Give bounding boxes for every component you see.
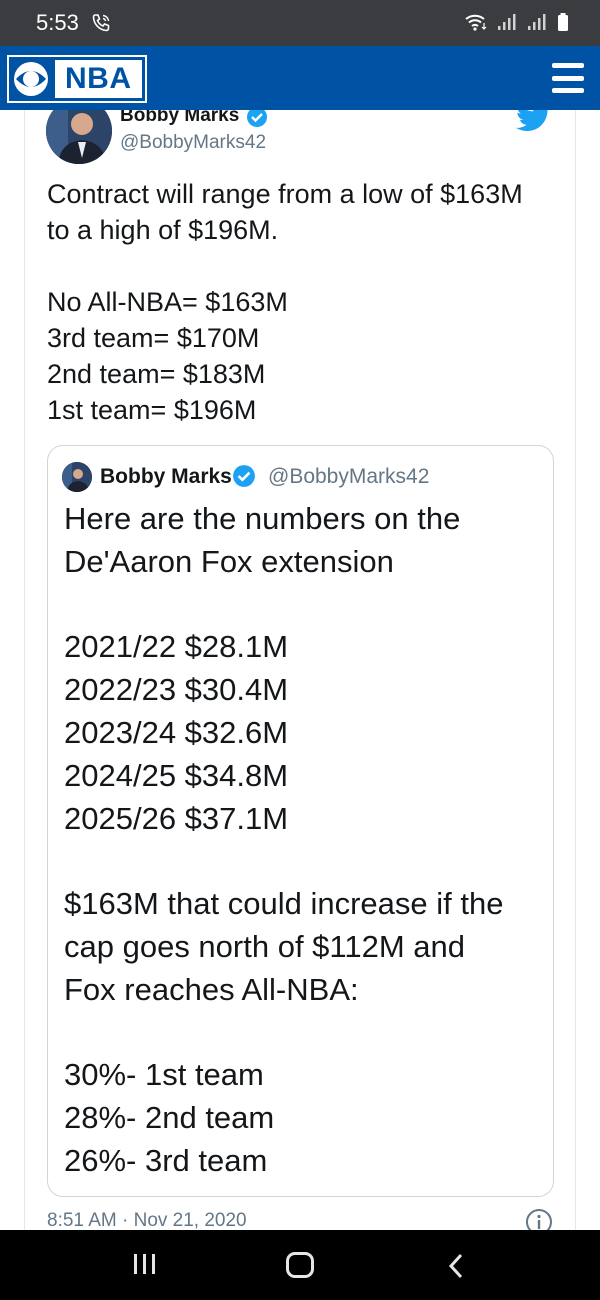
signal-icon: [496, 12, 518, 37]
quoted-author-handle: @BobbyMarks42: [268, 465, 430, 488]
quoted-line: 28%- 2nd team: [64, 1100, 275, 1136]
phone-call-icon: [90, 12, 112, 39]
tweet-timestamp[interactable]: 8:51 AM · Nov 21, 2020: [47, 1210, 247, 1230]
quoted-line: 30%- 1st team: [64, 1057, 264, 1093]
quoted-tweet-text: Here are the numbers on the De'Aaron Fox…: [64, 498, 544, 1183]
quoted-tweet-card[interactable]: Bobby Marks @BobbyMarks42 Here are the n…: [47, 445, 554, 1197]
status-bar: 5:53: [0, 0, 600, 46]
tweet-text: Contract will range from a low of $163M …: [47, 176, 567, 428]
nba-logo-text: NBA: [55, 60, 142, 98]
quoted-line: De'Aaron Fox extension: [64, 543, 394, 579]
verified-badge-icon: [232, 464, 256, 493]
quoted-line: $163M that could increase if the: [64, 886, 504, 922]
status-time: 5:53: [36, 10, 79, 35]
cbs-eye-icon: [9, 57, 53, 101]
quoted-line: 2023/24 $32.6M: [64, 714, 289, 750]
quoted-avatar: [62, 462, 92, 492]
tweet-line: 1st team= $196M: [47, 395, 257, 425]
quoted-line: 26%- 3rd team: [64, 1142, 268, 1178]
quoted-line: Fox reaches All-NBA:: [64, 971, 359, 1007]
verified-badge-icon: [246, 110, 268, 133]
quoted-author-name: Bobby Marks: [100, 465, 232, 488]
quoted-line: Here are the numbers on the: [64, 501, 461, 536]
tweet-embed: Bobby Marks @BobbyMarks42 Contract will …: [0, 110, 600, 1230]
quoted-line: 2024/25 $34.8M: [64, 757, 289, 793]
tweet-line: 2nd team= $183M: [47, 359, 266, 389]
author-handle[interactable]: @BobbyMarks42: [120, 132, 266, 154]
tweet-line: No All-NBA= $163M: [47, 287, 288, 317]
status-icons: [464, 12, 570, 37]
tweet-line: to a high of $196M.: [47, 215, 279, 245]
app-bar: NBA: [0, 46, 600, 110]
battery-icon: [556, 12, 570, 37]
quoted-line: 2025/26 $37.1M: [64, 800, 289, 836]
tweet-line: 3rd team= $170M: [47, 323, 260, 353]
hamburger-menu-icon[interactable]: [552, 63, 584, 93]
back-icon[interactable]: [446, 1252, 466, 1285]
tweet-line: Contract will range from a low of $163M: [47, 179, 523, 209]
screen: 5:53 NBA Bobby Marks @BobbyMarks42 Contr…: [0, 0, 600, 1300]
navigation-bar: [0, 1230, 600, 1300]
signal-icon: [526, 12, 548, 37]
quoted-line: 2022/23 $30.4M: [64, 672, 289, 708]
nba-logo[interactable]: NBA: [7, 55, 147, 103]
author-name[interactable]: Bobby Marks: [120, 110, 239, 127]
wifi-icon: [464, 12, 488, 37]
recent-apps-icon[interactable]: [134, 1254, 155, 1274]
home-icon[interactable]: [286, 1252, 314, 1278]
quoted-line: cap goes north of $112M and: [64, 928, 465, 964]
twitter-bird-icon[interactable]: [516, 110, 552, 137]
quoted-line: 2021/22 $28.1M: [64, 629, 289, 665]
info-icon[interactable]: [525, 1208, 553, 1230]
